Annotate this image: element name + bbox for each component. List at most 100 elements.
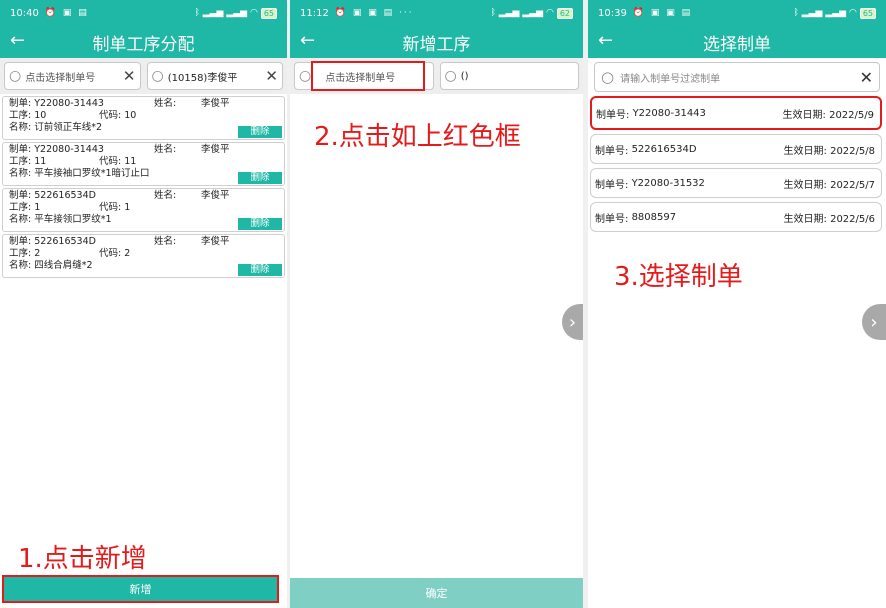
- name-value: 李俊平: [201, 98, 230, 109]
- order-label: 制单:: [9, 144, 32, 155]
- clear-icon[interactable]: ✕: [265, 67, 278, 85]
- effective-date-value: 2022/5/6: [830, 213, 875, 225]
- page-title: 制单工序分配: [92, 34, 195, 55]
- status-right: ᛒ ▂▃▅ ▂▃▅ ◠ 62: [490, 7, 573, 19]
- notification-icons: ⏰ ▣ ▣ ▤ ···: [334, 8, 414, 18]
- battery-icon: 65: [260, 7, 277, 19]
- status-right: ᛒ ▂▃▅ ▂▃▅ ◠ 65: [194, 7, 277, 19]
- order-value: Y22080-31443: [34, 98, 104, 109]
- status-bar: 10:40 ⏰ ▣ ▤ ᛒ ▂▃▅ ▂▃▅ ◠ 65: [0, 0, 287, 26]
- annotation-step-3: 3.选择制单: [614, 262, 743, 292]
- effective-date-value: 2022/5/7: [830, 179, 875, 191]
- assignment-list: 制单: Y22080-31443 姓名: 李俊平 工序: 10 代码: 10 名…: [0, 96, 287, 278]
- process-name-value: 四线合肩缝*2: [34, 260, 93, 271]
- person-search-input[interactable]: ○ (10158)李俊平 ✕: [146, 62, 283, 90]
- app-bar: ← 新增工序: [290, 26, 583, 58]
- search-icon: ○: [601, 68, 615, 86]
- process-name-label: 名称:: [9, 168, 32, 179]
- code-value: 1: [124, 202, 131, 213]
- order-label: 制单:: [9, 236, 32, 247]
- highlight-box: [311, 61, 425, 91]
- order-item[interactable]: 制单号: Y22080-31532 生效日期: 2022/5/7: [590, 168, 882, 198]
- order-no-value: 522616534D: [631, 143, 697, 155]
- status-time: 10:39: [598, 7, 627, 19]
- order-no-label: 制单号:: [595, 179, 629, 191]
- person-search-input[interactable]: ○ (): [439, 62, 579, 90]
- order-list: 制单号: Y22080-31443 生效日期: 2022/5/9 制单号: 52…: [588, 96, 886, 232]
- battery-icon: 62: [556, 7, 573, 19]
- process-name-label: 名称:: [9, 214, 32, 225]
- order-no-value: 8808597: [631, 211, 677, 223]
- effective-date-label: 生效日期:: [783, 179, 827, 191]
- chevron-right-icon[interactable]: ›: [862, 304, 886, 340]
- process-value: 10: [34, 110, 47, 121]
- app-bar: ← 制单工序分配: [0, 26, 287, 58]
- process-label: 工序:: [9, 202, 32, 213]
- order-label: 制单:: [9, 98, 32, 109]
- status-time: 11:12: [300, 7, 329, 19]
- search-icon: ○: [299, 68, 312, 84]
- delete-button[interactable]: 删除: [238, 264, 282, 276]
- name-label: 姓名:: [154, 144, 177, 155]
- order-item[interactable]: 制单号: Y22080-31443 生效日期: 2022/5/9: [590, 96, 882, 130]
- person-search-value: (10158)李俊平: [167, 72, 238, 84]
- search-icon: ○: [444, 68, 457, 84]
- delete-button[interactable]: 删除: [238, 172, 282, 184]
- effective-date-label: 生效日期:: [783, 145, 827, 157]
- name-value: 李俊平: [201, 236, 230, 247]
- status-time: 10:40: [10, 7, 39, 19]
- name-value: 李俊平: [201, 144, 230, 155]
- status-bar: 10:39 ⏰ ▣ ▣ ▤ ᛒ ▂▃▅ ▂▃▅ ◠ 65: [588, 0, 886, 26]
- order-value: 522616534D: [34, 190, 96, 201]
- annotation-step-1: 1.点击新增: [18, 544, 147, 574]
- order-no-label: 制单号:: [595, 213, 629, 225]
- name-value: 李俊平: [201, 190, 230, 201]
- signal-icon: ᛒ ▂▃▅ ▂▃▅ ◠: [793, 8, 857, 18]
- effective-date-label: 生效日期:: [782, 109, 826, 121]
- order-item[interactable]: 制单号: 8808597 生效日期: 2022/5/6: [590, 202, 882, 232]
- code-label: 代码:: [99, 110, 122, 121]
- effective-date-label: 生效日期:: [783, 213, 827, 225]
- clear-icon[interactable]: ✕: [123, 67, 136, 85]
- process-label: 工序:: [9, 248, 32, 259]
- name-label: 姓名:: [154, 190, 177, 201]
- annotation-step-2: 2.点击如上红色框: [314, 122, 521, 152]
- name-label: 姓名:: [154, 236, 177, 247]
- name-label: 姓名:: [154, 98, 177, 109]
- order-value: 522616534D: [34, 236, 96, 247]
- code-label: 代码:: [99, 248, 122, 259]
- add-button[interactable]: 新增: [2, 575, 279, 603]
- order-search-input[interactable]: ○ 点击选择制单号 ✕: [4, 62, 141, 90]
- order-filter-placeholder: 请输入制单号过滤制单: [620, 73, 721, 85]
- process-value: 1: [34, 202, 41, 213]
- process-name-label: 名称:: [9, 122, 32, 133]
- back-arrow-icon[interactable]: ←: [598, 30, 613, 52]
- screen-order-process-assignment: 10:40 ⏰ ▣ ▤ ᛒ ▂▃▅ ▂▃▅ ◠ 65 ← 制单工序分配 ○ 点击…: [0, 0, 287, 608]
- order-label: 制单:: [9, 190, 32, 201]
- process-name-label: 名称:: [9, 260, 32, 271]
- chevron-right-icon[interactable]: ›: [562, 304, 583, 340]
- code-value: 10: [124, 110, 137, 121]
- process-name-value: 订前领正车线*2: [34, 122, 103, 133]
- process-value: 11: [34, 156, 47, 167]
- screen-add-process: 11:12 ⏰ ▣ ▣ ▤ ··· ᛒ ▂▃▅ ▂▃▅ ◠ 62 ← 新增工序 …: [290, 0, 583, 608]
- order-filter-input[interactable]: ○ 请输入制单号过滤制单 ✕: [594, 62, 880, 92]
- order-no-value: Y22080-31443: [632, 107, 706, 119]
- assignment-card: 制单: Y22080-31443 姓名: 李俊平 工序: 10 代码: 10 名…: [2, 96, 285, 140]
- assignment-card: 制单: 522616534D 姓名: 李俊平 工序: 1 代码: 1 名称: 平…: [2, 188, 285, 232]
- code-value: 2: [124, 248, 131, 259]
- order-no-label: 制单号:: [596, 109, 630, 121]
- screen-select-order: 10:39 ⏰ ▣ ▣ ▤ ᛒ ▂▃▅ ▂▃▅ ◠ 65 ← 选择制单 ○ 请输…: [588, 0, 886, 608]
- page-title: 选择制单: [703, 34, 771, 55]
- order-value: Y22080-31443: [34, 144, 104, 155]
- order-item[interactable]: 制单号: 522616534D 生效日期: 2022/5/8: [590, 134, 882, 164]
- delete-button[interactable]: 删除: [238, 126, 282, 138]
- process-name-value: 平车接袖口罗纹*1暗订止口: [34, 168, 150, 179]
- confirm-button[interactable]: 确定: [290, 578, 583, 608]
- delete-button[interactable]: 删除: [238, 218, 282, 230]
- back-arrow-icon[interactable]: ←: [10, 30, 25, 52]
- code-label: 代码:: [99, 202, 122, 213]
- back-arrow-icon[interactable]: ←: [300, 30, 315, 52]
- clear-icon[interactable]: ✕: [860, 68, 873, 87]
- effective-date-value: 2022/5/8: [830, 145, 875, 157]
